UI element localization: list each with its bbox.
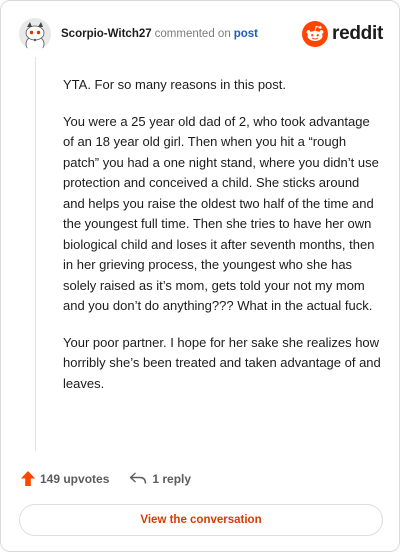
reddit-wordmark: reddit xyxy=(332,23,383,44)
comment-header: Scorpio-Witch27 commented on post reddit xyxy=(19,17,383,51)
upvote-arrow-icon xyxy=(21,471,35,486)
upvote-button[interactable]: 149 upvotes xyxy=(21,471,109,486)
reddit-brand[interactable]: reddit xyxy=(302,21,383,47)
reddit-logo-icon xyxy=(302,21,329,47)
reply-count: 1 reply xyxy=(152,471,192,486)
reply-arrow-icon xyxy=(130,472,147,484)
username[interactable]: Scorpio-Witch27 xyxy=(61,28,152,40)
comment-actions: 149 upvotes 1 reply xyxy=(21,471,191,486)
upvote-count: 149 upvotes xyxy=(40,471,110,486)
action-text: commented on xyxy=(154,28,231,40)
snoo-avatar-icon xyxy=(19,18,51,50)
comment-paragraph: YTA. For so many reasons in this post. xyxy=(63,77,287,92)
comment-paragraph: Your poor partner. I hope for her sake s… xyxy=(63,334,381,391)
comment-meta: Scorpio-Witch27 commented on post xyxy=(61,28,258,40)
thread-line xyxy=(35,57,36,451)
comment-paragraph: You were a 25 year old dad of 2, who too… xyxy=(63,113,379,314)
comment-body: YTA. For so many reasons in this post. Y… xyxy=(63,75,383,410)
post-link[interactable]: post xyxy=(234,28,258,40)
comment-card: Scorpio-Witch27 commented on post reddit Y… xyxy=(0,0,400,552)
view-conversation-button[interactable]: View the conversation xyxy=(19,504,383,536)
avatar[interactable] xyxy=(19,18,51,50)
reply-button[interactable]: 1 reply xyxy=(129,472,191,486)
